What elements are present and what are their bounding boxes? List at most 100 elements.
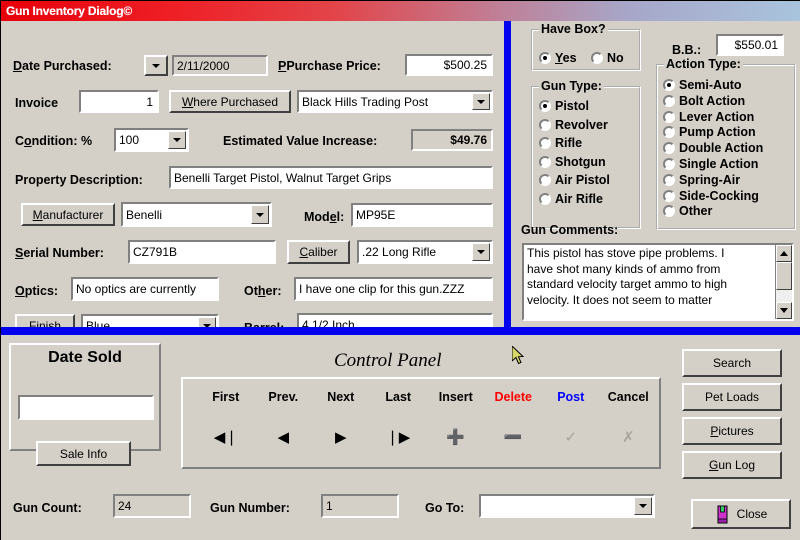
other-field[interactable]: I have one clip for this gun.ZZZ — [294, 277, 493, 301]
classification-right-panel: Have Box? Yes No B.B.: $550.01 Gun Type:… — [511, 21, 800, 327]
gun-type-radio-label: Shotgun — [555, 154, 606, 169]
action-type-radio-semi-auto[interactable]: Semi-Auto — [663, 78, 742, 92]
gun-type-caption: Gun Type: — [539, 79, 604, 93]
control-icon-last[interactable]: ❘▶ — [370, 430, 428, 445]
manufacturer-combo[interactable]: Benelli — [121, 202, 272, 227]
action-type-radio-double-action[interactable]: Double Action — [663, 141, 763, 155]
caliber-button[interactable]: Caliber — [287, 240, 350, 264]
condition-combo[interactable]: 100 — [114, 128, 189, 152]
radio-dot-icon — [539, 118, 551, 131]
side-button-search[interactable]: Search — [682, 349, 782, 377]
goto-combo[interactable] — [479, 494, 655, 518]
scroll-down-icon[interactable] — [776, 302, 792, 319]
side-button-pictures[interactable]: Pictures — [682, 417, 782, 445]
date-sold-field[interactable] — [18, 395, 154, 420]
optics-field[interactable]: No optics are currently — [71, 277, 219, 301]
control-button-delete[interactable]: Delete — [485, 390, 543, 404]
have-box-radio-no[interactable]: No — [591, 51, 624, 65]
action-type-radio-single-action[interactable]: Single Action — [663, 157, 758, 171]
gun-type-radio-label: Air Rifle — [555, 191, 603, 206]
chevron-down-icon[interactable] — [168, 131, 186, 149]
gun-type-radio-pistol[interactable]: Pistol — [539, 99, 589, 113]
serial-number-label: Serial Number: — [15, 246, 104, 260]
control-icon-cancel[interactable]: ✗ — [600, 430, 658, 445]
date-purchased-field[interactable]: 2/11/2000 — [172, 55, 268, 76]
gun-count-label: Gun Count: — [13, 501, 82, 515]
invoice-label: Invoice — [15, 96, 59, 110]
gun-type-radio-shotgun[interactable]: Shotgun — [539, 155, 606, 169]
action-type-radio-pump-action[interactable]: Pump Action — [663, 125, 756, 139]
purchase-price-field[interactable]: $500.25 — [405, 54, 493, 76]
radio-dot-icon — [539, 137, 551, 149]
radio-dot-icon — [663, 189, 675, 202]
chevron-down-icon[interactable] — [251, 205, 269, 224]
property-description-field[interactable]: Benelli Target Pistol, Walnut Target Gri… — [169, 166, 493, 189]
model-label: Model: — [304, 210, 345, 224]
caliber-combo[interactable]: .22 Long Rifle — [357, 240, 493, 264]
radio-dot-icon — [663, 110, 675, 123]
action-type-radio-bolt-action[interactable]: Bolt Action — [663, 94, 745, 108]
gun-type-radio-rifle[interactable]: Rifle — [539, 136, 582, 150]
manufacturer-button[interactable]: Manufacturer — [21, 203, 115, 226]
gun-type-radio-air-pistol[interactable]: Air Pistol — [539, 173, 610, 187]
exit-door-icon — [717, 505, 728, 523]
where-purchased-combo[interactable]: Black Hills Trading Post — [297, 90, 493, 113]
control-icon-insert[interactable]: ➕ — [427, 430, 485, 445]
property-description-label: Property Description: — [15, 173, 143, 187]
action-type-radio-side-cocking[interactable]: Side-Cocking — [663, 189, 759, 203]
scrollbar-track[interactable] — [776, 290, 792, 302]
action-type-radio-spring-air[interactable]: Spring-Air — [663, 173, 740, 187]
control-button-last[interactable]: Last — [370, 390, 428, 404]
action-type-radio-lever-action[interactable]: Lever Action — [663, 110, 754, 124]
action-type-radio-other[interactable]: Other — [663, 204, 712, 218]
chevron-down-icon[interactable] — [472, 93, 490, 110]
side-button-pet-loads[interactable]: Pet Loads — [682, 383, 782, 411]
radio-dot-icon — [663, 79, 675, 91]
action-type-radio-label: Lever Action — [679, 109, 755, 124]
control-panel-title: Control Panel — [334, 350, 442, 371]
manufacturer-value: Benelli — [126, 207, 163, 222]
radio-dot-icon — [539, 52, 551, 64]
model-label-text: l: — [336, 210, 345, 224]
control-button-insert[interactable]: Insert — [427, 390, 485, 404]
chevron-down-icon[interactable] — [634, 497, 652, 515]
side-button-gun-log[interactable]: Gun Log — [682, 451, 782, 479]
gun-type-radio-revolver[interactable]: Revolver — [539, 118, 608, 132]
close-button[interactable]: Close — [691, 499, 791, 529]
scroll-up-icon[interactable] — [776, 245, 792, 262]
control-icon-next[interactable]: ▶ — [312, 430, 370, 445]
have-box-radio-yes[interactable]: Yes — [539, 51, 577, 65]
sale-info-button[interactable]: Sale Info — [36, 441, 131, 466]
control-button-post[interactable]: Post — [542, 390, 600, 404]
control-button-cancel[interactable]: Cancel — [600, 390, 658, 404]
chevron-down-icon[interactable] — [472, 243, 490, 261]
invoice-field[interactable]: 1 — [79, 90, 159, 113]
where-purchased-button[interactable]: Where Purchased — [169, 90, 291, 113]
control-button-prev[interactable]: Prev. — [255, 390, 313, 404]
radio-dot-icon — [591, 52, 603, 64]
manufacturer-button-label: anufacturer — [42, 207, 104, 222]
control-icon-delete[interactable]: ➖ — [485, 430, 543, 445]
date-purchased-dropdown-button[interactable] — [144, 55, 168, 76]
control-icon-first[interactable]: ◀❘ — [197, 430, 255, 445]
gun-number-label: Gun Number: — [210, 501, 290, 515]
action-type-radio-label: Bolt Action — [679, 93, 746, 108]
radio-dot-icon — [539, 192, 551, 205]
radio-dot-icon — [663, 142, 675, 155]
condition-label-text: ndition: % — [31, 134, 93, 148]
gun-type-radio-air-rifle[interactable]: Air Rifle — [539, 192, 603, 206]
control-button-first[interactable]: First — [197, 390, 255, 404]
control-icon-prev[interactable]: ◀ — [255, 430, 313, 445]
control-icon-post[interactable]: ✓ — [542, 430, 600, 445]
control-button-next[interactable]: Next — [312, 390, 370, 404]
bb-field[interactable]: $550.01 — [716, 34, 784, 56]
estimated-value-label: Estimated Value Increase: — [223, 134, 378, 148]
gun-type-radio-label: Revolver — [555, 117, 608, 132]
chevron-down-icon — [152, 63, 160, 68]
model-field[interactable]: MP95E — [351, 203, 493, 227]
scrollbar-thumb[interactable] — [776, 262, 792, 290]
caliber-value: .22 Long Rifle — [362, 245, 437, 259]
gun-comments-scrollbar[interactable] — [775, 245, 792, 319]
serial-number-field[interactable]: CZ791B — [128, 240, 276, 264]
gun-comments-memo[interactable]: This pistol has stove pipe problems. Iha… — [522, 243, 794, 321]
